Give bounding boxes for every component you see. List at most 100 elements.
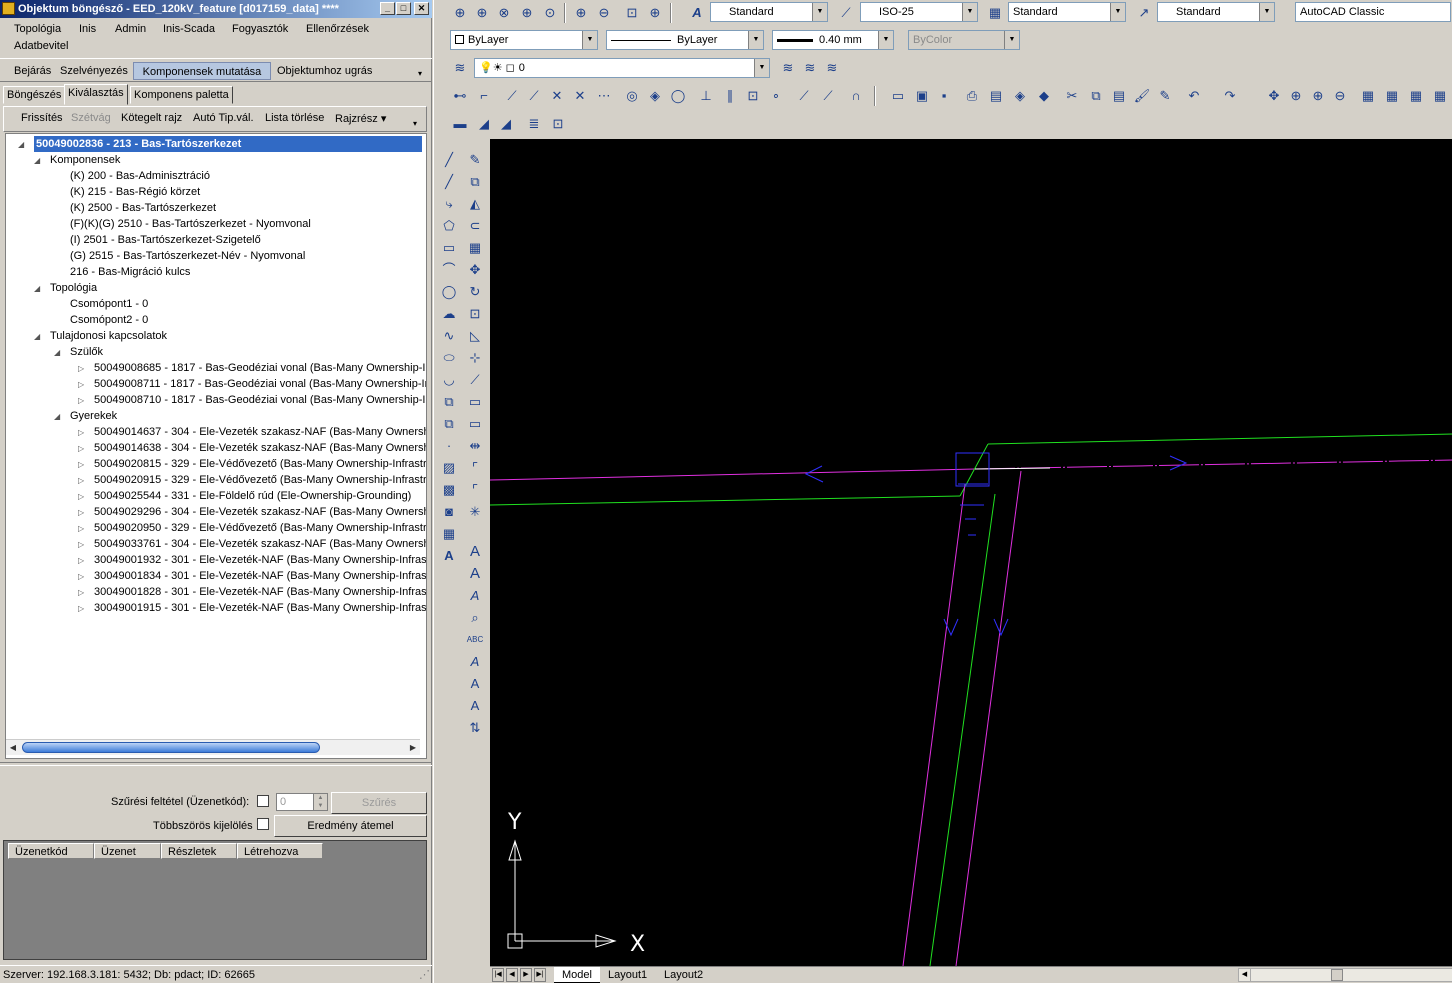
properties-icon[interactable]: ▦ (1358, 86, 1378, 106)
tree-child-item[interactable]: 30049001828 - 301 - Ele-Vezeték-NAF (Bas… (94, 584, 426, 600)
expand-arrow-icon[interactable]: ▷ (78, 604, 87, 613)
snap-from-icon[interactable]: ⌐ (474, 86, 494, 106)
text-style-select[interactable]: Standard ▼ (710, 2, 828, 22)
drawing-canvas[interactable]: Y X (490, 139, 1452, 966)
direction-arrow-right[interactable] (1169, 455, 1188, 471)
layer-previous-icon[interactable]: ≋ (800, 58, 820, 78)
convert-space-icon[interactable]: ⇅ (465, 718, 485, 738)
scroll-left-icon[interactable]: ◀ (1239, 969, 1251, 981)
expand-arrow-icon[interactable]: ▷ (78, 364, 87, 373)
offset-icon[interactable]: ⊂ (465, 216, 485, 236)
lineweight-select[interactable]: 0.40 mm ▼ (772, 30, 894, 50)
bejaras-button[interactable]: Bejárás (10, 62, 55, 80)
zoom-out-icon[interactable]: ⊖ (594, 3, 614, 23)
trim-icon[interactable]: ⊹ (465, 348, 485, 368)
tab-model[interactable]: Model (554, 967, 600, 983)
resize-grip-icon[interactable]: ⋰ (419, 966, 430, 983)
zoom-extents-icon[interactable]: ⊕ (645, 3, 665, 23)
menu-ellenorzesek[interactable]: Ellenőrzések (306, 23, 369, 35)
snap-extension-icon[interactable]: ⋯ (594, 86, 614, 106)
arc-icon[interactable]: ⌒ (439, 260, 459, 280)
spin-down-icon[interactable]: ▼ (313, 802, 327, 810)
3d-dwf-icon[interactable]: ◆ (1034, 86, 1054, 106)
revision-cloud-icon[interactable]: ☁ (439, 304, 459, 324)
expand-arrow-icon[interactable]: ▷ (78, 556, 87, 565)
tree-child-item[interactable]: 30049001834 - 301 - Ele-Vezeték-NAF (Bas… (94, 568, 426, 584)
tree-horizontal-scrollbar[interactable]: ◀ ▶ (6, 739, 420, 755)
zoom-center-icon[interactable]: ⊙ (540, 3, 560, 23)
minimize-button[interactable]: _ (380, 2, 395, 15)
snap-none-icon[interactable]: ⟋ (818, 86, 838, 106)
open-icon[interactable]: ▣ (912, 86, 932, 106)
locate-point-icon[interactable]: ⊡ (548, 114, 568, 134)
expand-arrow-icon[interactable]: ▷ (78, 524, 87, 533)
region-draw-icon[interactable]: ◙ (439, 502, 459, 522)
tree-root-node[interactable]: 50049002836 - 213 - Bas-Tartószerkezet (34, 136, 422, 152)
tree-component-item[interactable]: (I) 2501 - Bas-Tartószerkezet-Szigetelő (70, 232, 261, 248)
col-letrehozva[interactable]: Létrehozva (237, 843, 323, 859)
szetvag-button[interactable]: Szétvág (71, 112, 111, 124)
area-icon[interactable]: ◢ (474, 114, 494, 134)
table-icon[interactable]: ▦ (439, 524, 459, 544)
panel-splitter[interactable] (0, 762, 432, 766)
snap-nearest-icon[interactable]: ⟋ (794, 86, 814, 106)
make-block-icon[interactable]: ⧉ (439, 414, 459, 434)
kotegelt-rajz-button[interactable]: Kötegelt rajz (121, 112, 182, 124)
tree-component-item[interactable]: (G) 2515 - Bas-Tartószerkezet-Név - Nyom… (70, 248, 305, 264)
tree-component-item[interactable]: (F)(K)(G) 2510 - Bas-Tartószerkezet - Ny… (70, 216, 311, 232)
zoom-in-icon[interactable]: ⊕ (571, 3, 591, 23)
chevron-down-icon[interactable]: ▼ (962, 3, 977, 21)
tree-group-topologia[interactable]: Topológia (50, 280, 97, 296)
zoom-realtime-icon[interactable]: ⊕ (450, 3, 470, 23)
green-conductor-vertical[interactable] (929, 493, 996, 966)
expand-arrow-icon[interactable]: ▷ (78, 460, 87, 469)
menu-fogyasztok[interactable]: Fogyasztók (232, 23, 288, 35)
stretch-icon[interactable]: ◺ (465, 326, 485, 346)
spin-up-icon[interactable]: ▲ (313, 794, 327, 802)
justify-text-icon[interactable]: A (465, 696, 485, 716)
insert-block-icon[interactable]: ⧉ (439, 392, 459, 412)
undo-icon[interactable]: ↶ (1184, 86, 1204, 106)
spellcheck-icon[interactable]: ABC (465, 630, 485, 650)
expand-arrow-icon[interactable]: ▷ (78, 588, 87, 597)
temp-track-icon[interactable]: ⊷ (450, 86, 470, 106)
rectangle-icon[interactable]: ▭ (439, 238, 459, 258)
layer-select[interactable]: 💡☀ ◻ 0 ▼ (474, 58, 770, 78)
tree-topology-item[interactable]: Csomópont2 - 0 (70, 312, 148, 328)
lista-torlese-button[interactable]: Lista törlése (265, 112, 324, 124)
snap-tangent-icon[interactable]: ◯ (668, 86, 688, 106)
snap-node-icon[interactable]: ∘ (766, 86, 786, 106)
first-tab-icon[interactable]: |◀ (492, 968, 504, 982)
tree-child-item[interactable]: 50049020815 - 329 - Ele-Védővezető (Bas-… (94, 456, 426, 472)
tree-parent-item[interactable]: 50049008710 - 1817 - Bas-Geodéziai vonal… (94, 392, 426, 408)
dim-style-icon[interactable]: ⟋ (836, 3, 856, 23)
tree-child-item[interactable]: 50049029296 - 304 - Ele-Vezeték szakasz-… (94, 504, 426, 520)
menu-inis-scada[interactable]: Inis-Scada (163, 23, 215, 35)
zoom-window2-icon[interactable]: ⊕ (1308, 86, 1328, 106)
objektumhoz-ugras-button[interactable]: Objektumhoz ugrás (273, 62, 376, 80)
break-at-point-icon[interactable]: ▭ (465, 392, 485, 412)
prev-tab-icon[interactable]: ◀ (506, 968, 518, 982)
tree-child-item[interactable]: 50049014637 - 304 - Ele-Vezeték szakasz-… (94, 424, 426, 440)
hatch-icon[interactable]: ▨ (439, 458, 459, 478)
expand-arrow-icon[interactable]: ▷ (78, 572, 87, 581)
tree-child-item[interactable]: 50049020915 - 329 - Ele-Védővezető (Bas-… (94, 472, 426, 488)
tree-child-item[interactable]: 30049001915 - 301 - Ele-Vezeték-NAF (Bas… (94, 600, 426, 616)
edit-text-icon[interactable]: A (465, 586, 485, 606)
new-icon[interactable]: ▭ (888, 86, 908, 106)
expand-arrow-icon[interactable]: ▷ (78, 492, 87, 501)
text-icon[interactable]: A (465, 542, 485, 562)
tab-kivalasztas[interactable]: Kiválasztás (64, 84, 128, 105)
make-current-layer-icon[interactable]: ≋ (778, 58, 798, 78)
tab-layout2[interactable]: Layout2 (656, 967, 711, 983)
expand-arrow-icon[interactable]: ▷ (78, 476, 87, 485)
collapse-arrow-icon[interactable]: ◢ (34, 332, 43, 341)
drawing-horizontal-scrollbar[interactable]: ◀ (1238, 968, 1452, 982)
move-icon[interactable]: ✥ (465, 260, 485, 280)
snap-intersection-icon[interactable]: ✕ (547, 86, 567, 106)
zoom-scale-icon[interactable]: ⊕ (517, 3, 537, 23)
rajzresz-dropdown[interactable]: Rajzrész ▾ (335, 112, 386, 125)
komponensek-mutatasa-button[interactable]: Komponensek mutatása (133, 62, 271, 80)
zoom-previous-icon[interactable]: ⊖ (1330, 86, 1350, 106)
find-icon[interactable]: ⌕ (465, 608, 485, 628)
